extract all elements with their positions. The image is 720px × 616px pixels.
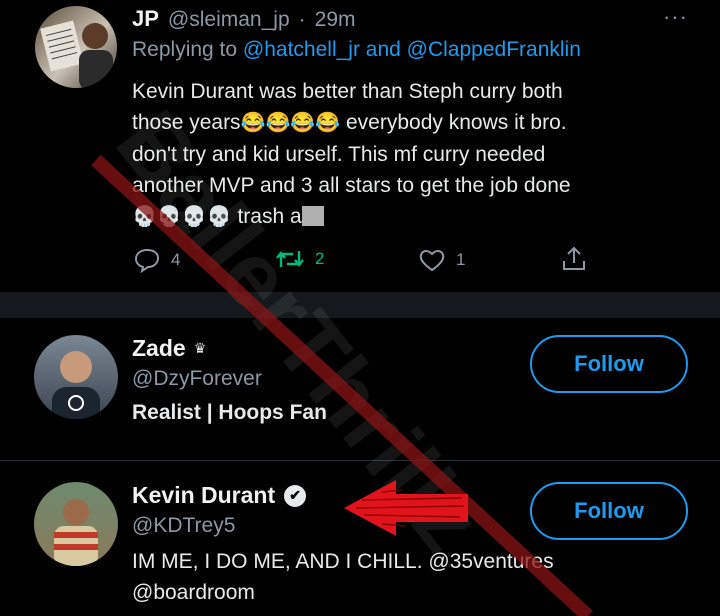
more-options-icon[interactable]: ··· — [663, 4, 688, 30]
tweet-text-line: Kevin Durant was better than Steph curry… — [132, 80, 563, 103]
user-name-row: Kevin Durant ✔ — [132, 482, 307, 509]
laughing-emoji-icon: 😂😂😂😂 — [240, 112, 341, 134]
user-avatar[interactable] — [34, 335, 118, 419]
tweet-timestamp[interactable]: 29m — [315, 8, 356, 32]
verified-badge-icon: ✔ — [284, 484, 307, 507]
user-handle[interactable]: @DzyForever — [132, 367, 262, 391]
tweet-author-name[interactable]: JP — [132, 6, 159, 32]
tweet-text-line: those years😂😂😂😂 everybody knows it bro. — [132, 107, 677, 139]
crown-icon: ♛ — [193, 340, 207, 356]
tweet-header: JP @sleiman_jp · 29m — [132, 6, 356, 32]
share-button[interactable] — [560, 245, 588, 278]
like-count: 1 — [456, 250, 466, 269]
censor-block — [301, 206, 324, 226]
follow-button[interactable]: Follow — [530, 335, 688, 393]
user-name-row: Zade ♛ — [132, 335, 206, 362]
like-button[interactable]: 1 — [418, 247, 465, 273]
section-divider — [0, 292, 720, 318]
user-avatar[interactable] — [34, 482, 118, 566]
user-bio-line: IM ME, I DO ME, AND I CHILL. @35ventures — [132, 550, 554, 573]
follow-button[interactable]: Follow — [530, 482, 688, 540]
user-bio: IM ME, I DO ME, AND I CHILL. @35ventures… — [132, 546, 554, 608]
user-handle[interactable]: @KDTrey5 — [132, 514, 235, 538]
red-arrow-icon — [344, 480, 468, 536]
retweet-count: 2 — [315, 249, 325, 268]
replying-to-label: Replying to — [132, 38, 238, 61]
replying-to-users-link[interactable]: @hatchell_jr and @ClappedFranklin — [243, 38, 581, 61]
share-icon — [563, 246, 585, 270]
tweet-author-handle[interactable]: @sleiman_jp — [168, 8, 290, 32]
tweet-author-avatar[interactable] — [35, 6, 117, 88]
tweet-meta-separator: · — [298, 8, 306, 31]
tweet-text-fragment: everybody knows it bro. — [340, 111, 567, 134]
replying-to: Replying to @hatchell_jr and @ClappedFra… — [132, 38, 581, 62]
heart-icon — [419, 250, 445, 272]
reply-icon — [134, 248, 160, 273]
user-name[interactable]: Kevin Durant — [132, 482, 275, 509]
user-bio-line: @boardroom — [132, 581, 255, 604]
user-name[interactable]: Zade — [132, 335, 186, 362]
